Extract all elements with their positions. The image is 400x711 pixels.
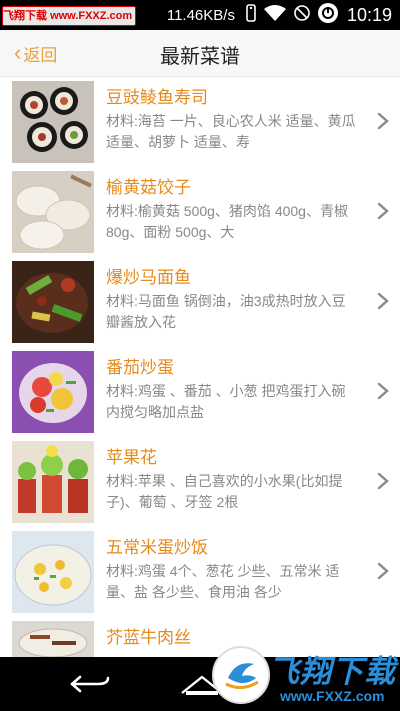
recipe-thumbnail (12, 621, 94, 657)
recipe-thumbnail (12, 441, 94, 523)
recipe-thumbnail (12, 81, 94, 163)
wifi-icon (263, 4, 287, 27)
recipe-title: 豆豉鲮鱼寿司 (106, 88, 208, 107)
recipe-title: 芥蓝牛肉丝 (106, 628, 191, 647)
app-header: ‹ 返回 最新菜谱 (0, 30, 400, 77)
recipe-row[interactable]: 豆豉鲮鱼寿司 材料:海苔 一片、良心农人米 适量、黄瓜 适量、胡萝卜 适量、寿 (0, 77, 400, 168)
sync-icon (317, 2, 339, 29)
watermark-url: www.FXXZ.com (280, 688, 385, 704)
recipe-row[interactable]: 爆炒马面鱼 材料:马面鱼 锅倒油，油3成热时放入豆瓣酱放入花 (0, 257, 400, 348)
chevron-right-icon (377, 292, 389, 310)
recipe-desc: 材料:鸡蛋 、番茄 、小葱 把鸡蛋打入碗内搅匀略加点盐 (106, 383, 346, 420)
recipe-row[interactable]: 番茄炒蛋 材料:鸡蛋 、番茄 、小葱 把鸡蛋打入碗内搅匀略加点盐 (0, 347, 400, 438)
recipe-title: 五常米蛋炒饭 (106, 538, 208, 557)
recipe-desc: 材料:榆黄菇 500g、猪肉馅 400g、青椒 80g、面粉 500g、大 (106, 203, 348, 240)
recipe-row[interactable]: 榆黄菇饺子 材料:榆黄菇 500g、猪肉馅 400g、青椒 80g、面粉 500… (0, 167, 400, 258)
watermark: 飞翔下载 www.FXXZ.com (212, 640, 400, 708)
chevron-right-icon (377, 382, 389, 400)
recipe-thumbnail (12, 171, 94, 253)
recipe-title: 番茄炒蛋 (106, 358, 174, 377)
status-right: 11.46KB/s 10:19 (167, 0, 392, 30)
chevron-right-icon (377, 472, 389, 490)
recipe-title: 爆炒马面鱼 (106, 268, 191, 287)
recipe-desc: 材料:苹果 、自己喜欢的小水果(比如提子)、葡萄 、牙签 2根 (106, 473, 343, 510)
chevron-right-icon (377, 202, 389, 220)
chevron-right-icon (377, 112, 389, 130)
badge-label: 飞翔下载 (3, 10, 47, 22)
watermark-logo-icon (212, 646, 270, 704)
vibrate-icon (245, 3, 257, 27)
status-bar: 飞翔下载 www.FXXZ.com 11.46KB/s 10:19 (0, 0, 400, 30)
badge-site: www.FXXZ.com (50, 10, 133, 22)
recipe-row[interactable]: 苹果花 材料:苹果 、自己喜欢的小水果(比如提子)、葡萄 、牙签 2根 (0, 437, 400, 528)
net-speed: 11.46KB/s (166, 6, 235, 24)
no-sim-icon (293, 4, 311, 27)
recipe-desc: 材料:鸡蛋 4个、葱花 少些、五常米 适量、盐 各少些、食用油 各少 (106, 563, 340, 600)
recipe-thumbnail (12, 261, 94, 343)
recipe-thumbnail (12, 351, 94, 433)
page-title: 最新菜谱 (160, 46, 240, 68)
recipe-desc: 材料:马面鱼 锅倒油，油3成热时放入豆瓣酱放入花 (106, 293, 346, 330)
chevron-right-icon (377, 562, 389, 580)
recipe-list[interactable]: 豆豉鲮鱼寿司 材料:海苔 一片、良心农人米 适量、黄瓜 适量、胡萝卜 适量、寿 … (0, 77, 400, 657)
recipe-desc: 材料:海苔 一片、良心农人米 适量、黄瓜 适量、胡萝卜 适量、寿 (106, 113, 356, 150)
nav-back-icon[interactable] (66, 671, 114, 697)
recipe-thumbnail (12, 531, 94, 613)
recipe-title: 苹果花 (106, 448, 157, 467)
clock: 10:19 (346, 4, 392, 25)
watermark-title: 飞翔下载 (268, 654, 396, 689)
recipe-row[interactable]: 五常米蛋炒饭 材料:鸡蛋 4个、葱花 少些、五常米 适量、盐 各少些、食用油 各… (0, 527, 400, 618)
download-badge: 飞翔下载 www.FXXZ.com (2, 6, 136, 26)
recipe-title: 榆黄菇饺子 (106, 178, 191, 197)
